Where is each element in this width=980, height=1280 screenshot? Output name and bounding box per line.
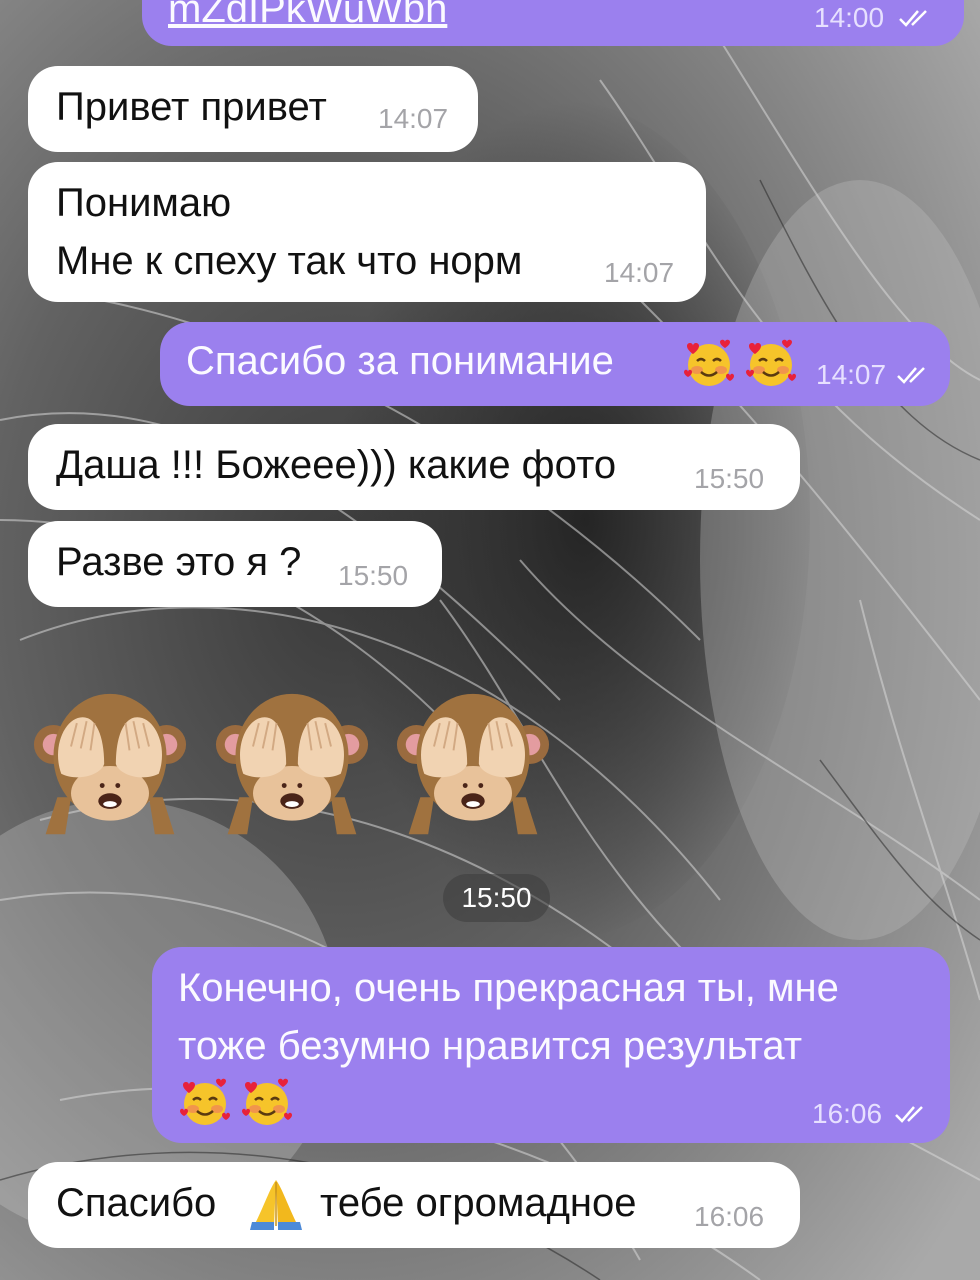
message-time: 16:06 (694, 1201, 765, 1232)
emoji-message-time-badge: 15:50 (443, 874, 550, 922)
message-bubble-incoming[interactable]: Даша !!! Божеее))) какие фото 15:50 (28, 424, 800, 510)
message-time: 14:07 (816, 359, 887, 390)
message-bubble-outgoing[interactable]: Конечно, очень прекрасная ты, мне тоже б… (152, 947, 950, 1143)
see-no-evil-monkey-emoji (33, 693, 187, 835)
message-time: 15:50 (694, 463, 765, 494)
double-check-icon (895, 1106, 923, 1123)
message-bubble-outgoing[interactable]: Спасибо за понимание 14:07 (160, 322, 950, 406)
smiling-face-with-hearts-emoji (684, 339, 734, 386)
message-bubble-outgoing-top[interactable]: mZdIPkWuWbh 14:00 (142, 0, 964, 46)
message-link[interactable]: mZdIPkWuWbh (168, 0, 447, 38)
message-text: тебе огромадное (320, 1181, 637, 1225)
folded-hands-emoji (250, 1180, 302, 1230)
see-no-evil-monkey-emoji (215, 693, 369, 835)
message-text: Привет привет (56, 85, 327, 129)
message-bubble-incoming[interactable]: Разве это я ? 15:50 (28, 521, 442, 607)
message-bubble-incoming[interactable]: Понимаю Мне к спеху так что норм 14:07 (28, 162, 706, 302)
message-time: 15:50 (461, 882, 532, 913)
smiling-face-with-hearts-emoji (242, 1078, 292, 1125)
message-text-line: Конечно, очень прекрасная ты, мне (178, 966, 839, 1010)
see-no-evil-monkey-emoji (396, 693, 550, 835)
message-text: Разве это я ? (56, 540, 302, 584)
message-bubble-incoming[interactable]: Привет привет 14:07 (28, 66, 478, 152)
message-text: Спасибо (56, 1181, 217, 1225)
double-check-icon (899, 10, 927, 27)
message-time: 14:07 (378, 103, 449, 134)
message-text-line: Понимаю (56, 181, 232, 225)
message-time: 14:07 (604, 257, 675, 288)
message-text: Даша !!! Божеее))) какие фото (56, 443, 617, 487)
smiling-face-with-hearts-emoji (746, 339, 796, 386)
message-time: 14:00 (814, 2, 885, 33)
message-text: Спасибо за понимание (186, 339, 614, 383)
double-check-icon (897, 367, 925, 384)
message-time: 15:50 (338, 560, 409, 591)
message-text-line: тоже безумно нравится результат (178, 1024, 803, 1068)
smiling-face-with-hearts-emoji (180, 1078, 230, 1125)
message-time: 16:06 (812, 1098, 883, 1129)
message-bubble-incoming[interactable]: Спасибо тебе огромадное 16:06 (28, 1162, 800, 1248)
message-text-line: Мне к спеху так что норм (56, 239, 523, 283)
